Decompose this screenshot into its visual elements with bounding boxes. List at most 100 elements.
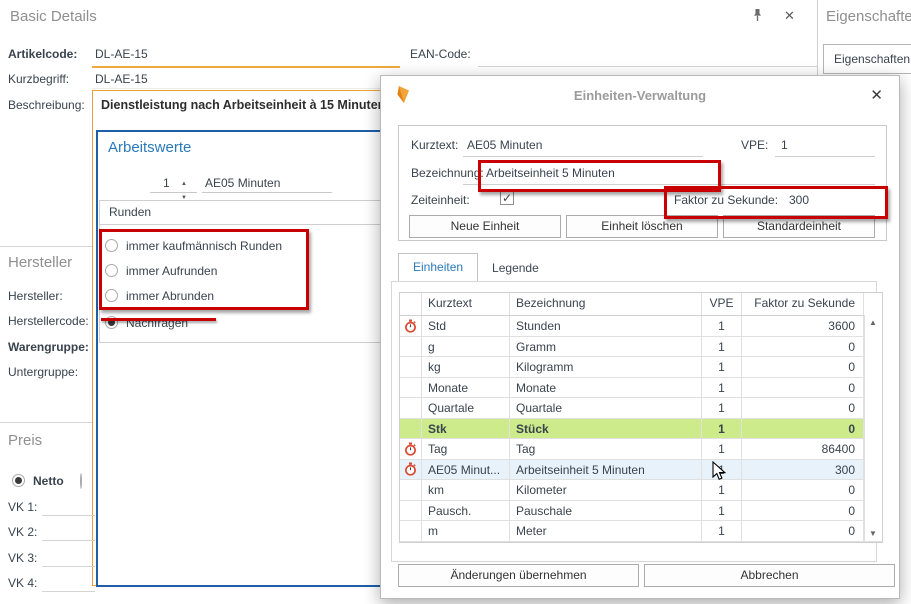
tab-legende[interactable]: Legende	[478, 255, 553, 282]
cell-kurztext: AE05 Minut...	[422, 460, 510, 480]
radio-option-4[interactable]: Nachfragen	[105, 310, 325, 335]
hersteller-field-label: Warengruppe:	[8, 340, 89, 354]
cell-faktor: 0	[742, 398, 864, 418]
cell-vpe: 1	[702, 419, 742, 439]
kurztext-label: Kurztext:	[411, 138, 458, 152]
cell-bezeichnung: Pauschale	[510, 501, 702, 521]
ean-input[interactable]	[478, 66, 817, 67]
netto-radio[interactable]: Netto	[12, 468, 64, 493]
vk-input[interactable]	[42, 515, 95, 516]
icon-cell-empty	[400, 378, 422, 398]
column-header: Kurztext	[422, 293, 510, 315]
table-row[interactable]: kgKilogramm10	[400, 357, 882, 378]
vk-input[interactable]	[42, 566, 95, 567]
vpe-input[interactable]: 1	[781, 138, 788, 152]
bezeichnung-label: Bezeichnung:	[411, 166, 484, 180]
radio-option-3[interactable]: immer Abrunden	[105, 283, 325, 308]
quantity-value[interactable]: 1	[163, 176, 170, 190]
table-row[interactable]: StkStück10	[400, 419, 882, 440]
cell-vpe: 1	[702, 501, 742, 521]
radio-option-1[interactable]: immer kaufmännisch Runden	[105, 233, 325, 258]
artikelcode-label: Artikelcode:	[8, 47, 77, 61]
netto-radio-circle[interactable]	[12, 474, 25, 487]
scroll-up-icon[interactable]: ▲	[865, 318, 881, 327]
radio-option-label: immer Aufrunden	[126, 264, 217, 278]
table-row[interactable]: mMeter10	[400, 521, 882, 542]
cell-vpe: 1	[702, 378, 742, 398]
radio-option-2[interactable]: immer Aufrunden	[105, 258, 325, 283]
beschreibung-text[interactable]: Dienstleistung nach Arbeitseinheit à 15 …	[101, 98, 385, 112]
icon-cell-empty	[400, 337, 422, 357]
cell-vpe: 1	[702, 337, 742, 357]
radio-circle[interactable]	[105, 239, 118, 252]
vpe-label: VPE:	[741, 138, 768, 152]
kurztext-input[interactable]: AE05 Minuten	[467, 138, 542, 152]
neue-einheit-button[interactable]: Neue Einheit	[409, 215, 561, 238]
vk-input[interactable]	[42, 540, 95, 541]
standardeinheit-button[interactable]: Standardeinheit	[723, 215, 875, 238]
quantity-stepper[interactable]: ▲ ▼	[181, 174, 187, 202]
basic-details-close-icon[interactable]: ✕	[784, 8, 795, 24]
cell-faktor: 300	[742, 460, 864, 480]
cell-kurztext: Tag	[422, 439, 510, 459]
hersteller-field-label: Hersteller:	[8, 289, 63, 303]
tab-einheiten[interactable]: Einheiten	[398, 253, 478, 282]
column-header: Faktor zu Sekunde	[742, 293, 864, 315]
artikelcode-input[interactable]: DL-AE-15	[95, 47, 148, 61]
cell-bezeichnung: Arbeitseinheit 5 Minuten	[510, 460, 702, 480]
stepper-up-icon[interactable]: ▲	[181, 181, 187, 187]
aenderungen-uebernehmen-button[interactable]: Änderungen übernehmen	[398, 564, 639, 587]
bezeichnung-input[interactable]: Arbeitseinheit 5 Minuten	[486, 166, 615, 180]
table-row[interactable]: kmKilometer10	[400, 480, 882, 501]
timer-icon	[400, 439, 422, 459]
cell-bezeichnung: Kilogramm	[510, 357, 702, 377]
icon-cell-empty	[400, 501, 422, 521]
vpe-underline	[775, 156, 875, 157]
radio-circle[interactable]	[105, 289, 118, 302]
app-window: Basic Details ✕ Artikelcode: DL-AE-15 EA…	[0, 0, 911, 604]
radio-option-label: immer Abrunden	[126, 289, 214, 303]
table-row[interactable]: Pausch.Pauschale10	[400, 501, 882, 522]
brutto-radio-circle[interactable]	[80, 473, 82, 489]
unit-select[interactable]: AE05 Minuten	[205, 176, 280, 190]
scroll-down-icon[interactable]: ▼	[865, 529, 881, 538]
table-row[interactable]: gGramm10	[400, 337, 882, 358]
pin-icon[interactable]	[752, 8, 763, 25]
ean-label: EAN-Code:	[410, 47, 471, 61]
tab-eigenschaften[interactable]: Eigenschaften	[823, 44, 911, 74]
einheit-loeschen-button[interactable]: Einheit löschen	[566, 215, 718, 238]
hersteller-field-label: Untergruppe:	[8, 365, 78, 379]
cell-bezeichnung: Meter	[510, 521, 702, 541]
table-row[interactable]: MonateMonate10	[400, 378, 882, 399]
kurzbegriff-underline	[92, 88, 380, 89]
cell-bezeichnung: Stück	[510, 419, 702, 439]
column-header: VPE	[702, 293, 742, 315]
icon-cell-empty	[400, 521, 422, 541]
table-row[interactable]: StdStunden13600	[400, 316, 882, 337]
beschreibung-label: Beschreibung:	[8, 98, 85, 112]
cell-faktor: 0	[742, 480, 864, 500]
artikelcode-underline	[92, 66, 400, 68]
dialog-close-icon[interactable]: ✕	[870, 86, 883, 104]
quantity-underline	[150, 192, 197, 193]
cell-vpe: 1	[702, 316, 742, 336]
units-table-header: KurztextBezeichnungVPEFaktor zu Sekunde	[400, 293, 882, 316]
cell-bezeichnung: Tag	[510, 439, 702, 459]
kurzbegriff-input[interactable]: DL-AE-15	[95, 72, 148, 86]
cell-kurztext: Quartale	[422, 398, 510, 418]
eigenschaften-title: Eigenschaften	[826, 8, 911, 25]
abbrechen-button[interactable]: Abbrechen	[644, 564, 895, 587]
dialog-tabs: EinheitenLegende	[398, 253, 553, 282]
table-row[interactable]: TagTag186400	[400, 439, 882, 460]
table-row[interactable]: AE05 Minut...Arbeitseinheit 5 Minuten130…	[400, 460, 882, 481]
cell-faktor: 0	[742, 501, 864, 521]
einheiten-dialog: Einheiten-Verwaltung ✕ Kurztext: AE05 Mi…	[380, 75, 900, 599]
vk-input[interactable]	[42, 591, 95, 592]
table-row[interactable]: QuartaleQuartale10	[400, 398, 882, 419]
column-header-scroll-corner	[864, 293, 881, 315]
radio-circle[interactable]	[105, 264, 118, 277]
zeiteinheit-checkbox[interactable]: ✓	[500, 191, 514, 205]
kurzbegriff-label: Kurzbegriff:	[8, 72, 69, 86]
table-scrollbar[interactable]: ▲ ▼	[864, 315, 882, 541]
faktor-label: Faktor zu Sekunde:	[674, 193, 778, 207]
